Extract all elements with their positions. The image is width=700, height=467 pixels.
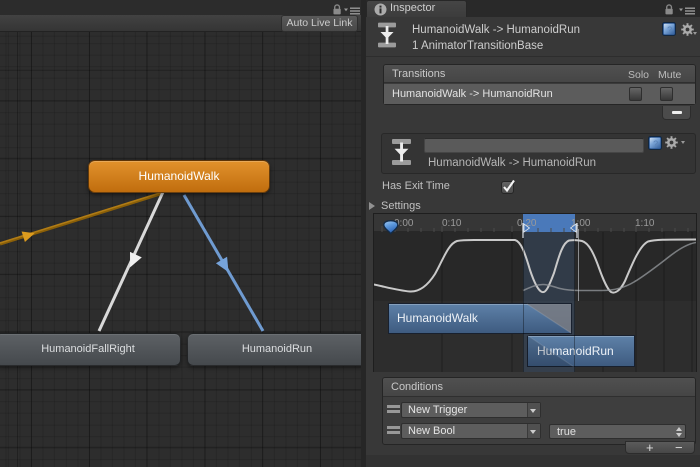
svg-text:?: ? [653, 139, 658, 149]
svg-text:?: ? [667, 25, 672, 35]
